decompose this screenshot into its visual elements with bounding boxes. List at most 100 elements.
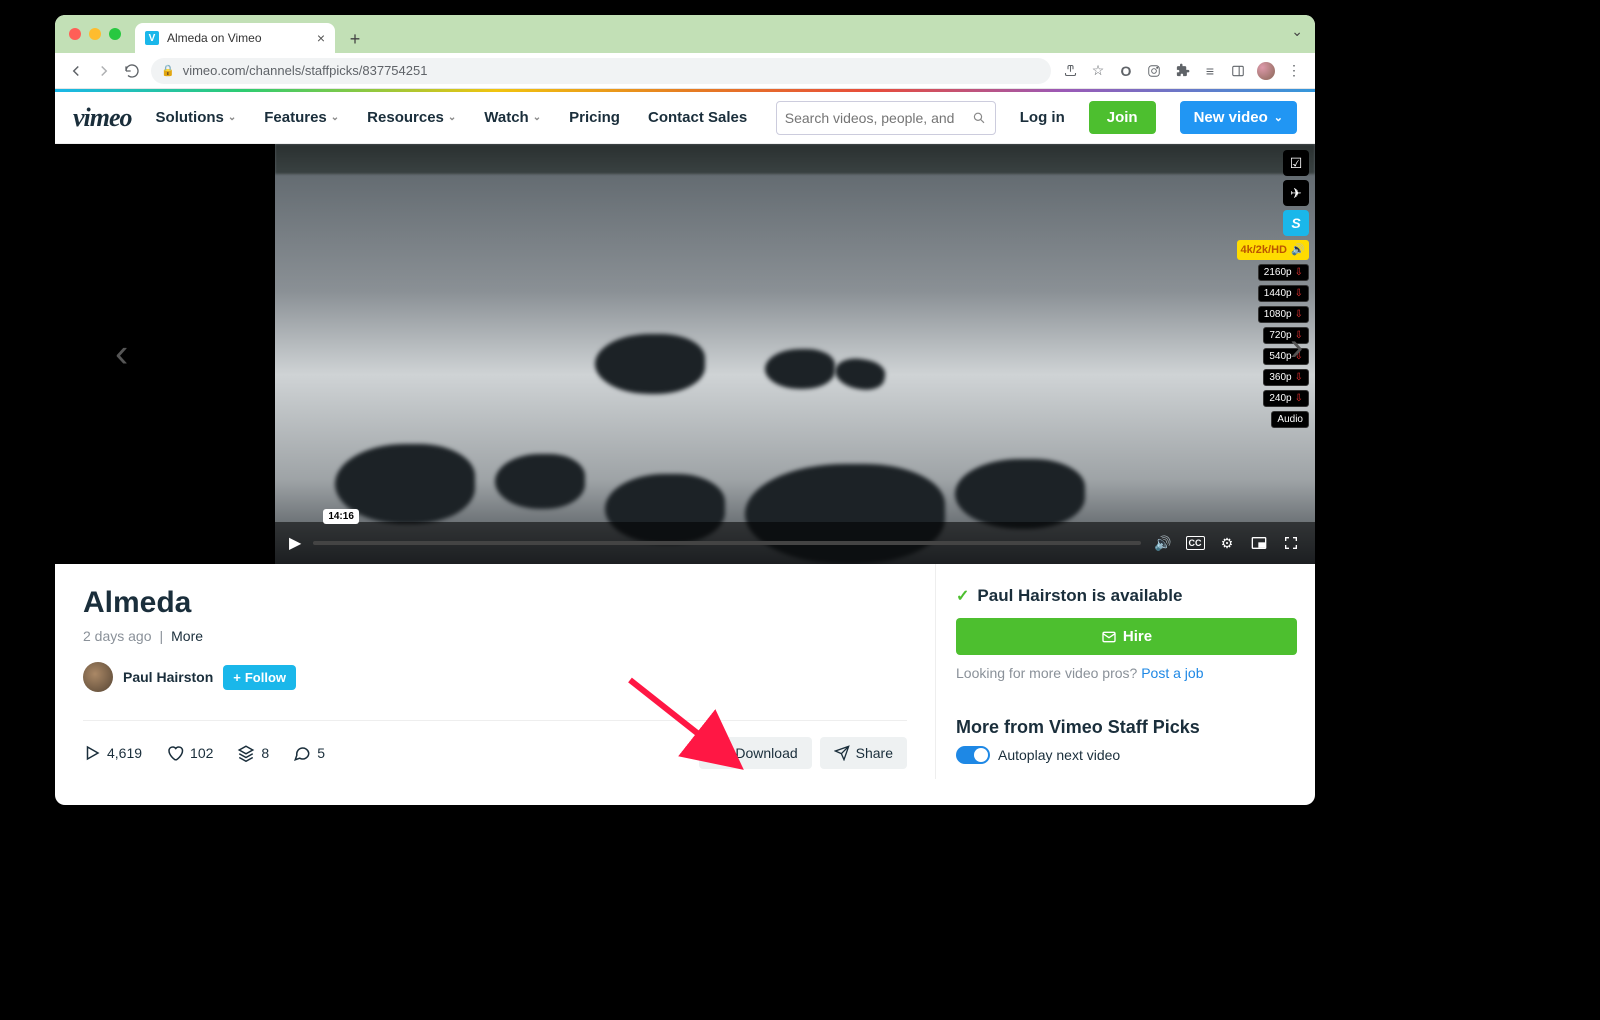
res-1080p[interactable]: 1080p⇩ (1258, 306, 1309, 323)
cc-button[interactable]: CC (1185, 533, 1205, 553)
comments-stat[interactable]: 5 (293, 744, 325, 762)
availability-status: ✓ Paul Hairston is available (956, 586, 1297, 606)
playlist-icon[interactable]: ≡ (1201, 62, 1219, 80)
window-controls[interactable] (65, 15, 129, 53)
check-icon: ✓ (956, 586, 969, 606)
play-button[interactable]: ▶ (289, 533, 301, 553)
vimeo-logo[interactable]: vimeo (73, 103, 132, 133)
author-row: Paul Hairston + Follow (83, 662, 907, 692)
volume-icon: 🔊 (1291, 243, 1305, 257)
extension-instagram-icon[interactable] (1145, 62, 1163, 80)
pip-button[interactable] (1249, 533, 1269, 553)
login-link[interactable]: Log in (1020, 109, 1065, 126)
video-age: 2 days ago (83, 628, 152, 644)
back-button[interactable] (67, 62, 85, 80)
share-button[interactable]: Share (820, 737, 907, 769)
overlay-note-icon[interactable]: ☑ (1283, 150, 1309, 176)
nav-solutions[interactable]: Solutions⌄ (156, 109, 237, 126)
extension-opera-icon[interactable]: O (1117, 62, 1135, 80)
fullscreen-button[interactable] (1281, 533, 1301, 553)
looking-text: Looking for more video pros? Post a job (956, 665, 1297, 681)
overlay-s-icon[interactable]: S (1283, 210, 1309, 236)
download-icon: ⇩ (1295, 288, 1303, 299)
video-stats: 4,619 102 8 5 Download (83, 737, 907, 769)
tab-bar: V Almeda on Vimeo × + ⌄ (55, 15, 1315, 53)
close-tab-icon[interactable]: × (317, 30, 325, 46)
maximize-window-icon[interactable] (109, 28, 121, 40)
autoplay-row: Autoplay next video (956, 746, 1297, 764)
tab-title: Almeda on Vimeo (167, 31, 309, 45)
new-video-button[interactable]: New video ⌄ (1180, 101, 1297, 134)
collections-stat[interactable]: 8 (237, 744, 269, 762)
mail-icon (1101, 629, 1117, 645)
author-name[interactable]: Paul Hairston (123, 669, 213, 685)
progress-bar[interactable]: 14:16 (313, 531, 1141, 555)
download-icon: ⇩ (1295, 309, 1303, 320)
share-icon[interactable] (1061, 62, 1079, 80)
video-meta: 2 days ago | More (83, 628, 907, 644)
autoplay-toggle[interactable] (956, 746, 990, 764)
nav-resources[interactable]: Resources⌄ (367, 109, 456, 126)
download-icon (713, 745, 729, 761)
extensions-icon[interactable] (1173, 62, 1191, 80)
next-video-button[interactable]: › (1290, 325, 1600, 370)
new-tab-button[interactable]: + (341, 25, 369, 53)
hire-button[interactable]: Hire (956, 618, 1297, 655)
more-link[interactable]: More (171, 628, 203, 644)
heart-icon (166, 744, 184, 762)
res-1440p[interactable]: 1440p⇩ (1258, 285, 1309, 302)
nav-contact-sales[interactable]: Contact Sales (648, 109, 747, 126)
forward-button[interactable] (95, 62, 113, 80)
favicon-icon: V (145, 31, 159, 45)
overlay-send-icon[interactable]: ✈ (1283, 180, 1309, 206)
browser-window: V Almeda on Vimeo × + ⌄ 🔒 vimeo.com/chan… (55, 15, 1315, 805)
profile-avatar[interactable] (1257, 62, 1275, 80)
post-job-link[interactable]: Post a job (1141, 665, 1203, 681)
download-button[interactable]: Download (699, 737, 811, 769)
res-2160p[interactable]: 2160p⇩ (1258, 264, 1309, 281)
url-input[interactable]: 🔒 vimeo.com/channels/staffpicks/83775425… (151, 58, 1051, 84)
search-input[interactable] (785, 110, 967, 126)
nav-pricing[interactable]: Pricing (569, 109, 620, 126)
chevron-down-icon: ⌄ (228, 112, 236, 123)
follow-button[interactable]: + Follow (223, 665, 296, 690)
minimize-window-icon[interactable] (89, 28, 101, 40)
author-avatar[interactable] (83, 662, 113, 692)
nav-watch[interactable]: Watch⌄ (484, 109, 541, 126)
join-button[interactable]: Join (1089, 101, 1156, 134)
more-from-heading: More from Vimeo Staff Picks (956, 717, 1297, 738)
panel-icon[interactable] (1229, 62, 1247, 80)
bookmark-icon[interactable]: ☆ (1089, 62, 1107, 80)
time-tooltip: 14:16 (323, 509, 359, 524)
chevron-down-icon: ⌄ (448, 112, 456, 123)
chevron-down-icon: ⌄ (1274, 111, 1283, 124)
search-box[interactable] (776, 101, 996, 135)
chevron-down-icon: ⌄ (331, 112, 339, 123)
lock-icon: 🔒 (161, 64, 175, 77)
hd-quality-badge[interactable]: 4k/2k/HD🔊 (1237, 240, 1309, 260)
download-icon: ⇩ (1295, 372, 1303, 383)
volume-button[interactable]: 🔊 (1153, 533, 1173, 553)
browser-tab[interactable]: V Almeda on Vimeo × (135, 23, 335, 53)
layers-icon (237, 744, 255, 762)
video-player-region: ‹ ☑ ✈ S 4k/2k/HD🔊 2160p⇩ 1440p⇩ 1080p⇩ 7… (55, 144, 1315, 564)
plus-icon: + (233, 670, 241, 685)
nav-features[interactable]: Features⌄ (264, 109, 339, 126)
res-360p[interactable]: 360p⇩ (1263, 369, 1309, 386)
chevron-down-icon: ⌄ (533, 112, 541, 123)
likes-stat[interactable]: 102 (166, 744, 213, 762)
res-240p[interactable]: 240p⇩ (1263, 390, 1309, 407)
res-audio[interactable]: Audio (1271, 411, 1309, 428)
search-icon (972, 110, 986, 126)
video-details: Almeda 2 days ago | More Paul Hairston +… (55, 564, 1315, 779)
close-window-icon[interactable] (69, 28, 81, 40)
previous-video-button[interactable]: ‹ (115, 332, 128, 377)
tab-overflow-icon[interactable]: ⌄ (1291, 23, 1303, 40)
address-bar: 🔒 vimeo.com/channels/staffpicks/83775425… (55, 53, 1315, 89)
video-frame[interactable]: ☑ ✈ S 4k/2k/HD🔊 2160p⇩ 1440p⇩ 1080p⇩ 720… (275, 144, 1315, 564)
reload-button[interactable] (123, 62, 141, 80)
settings-button[interactable]: ⚙ (1217, 533, 1237, 553)
downloader-overlay: ☑ ✈ S 4k/2k/HD🔊 2160p⇩ 1440p⇩ 1080p⇩ 720… (1237, 150, 1309, 428)
kebab-menu-icon[interactable]: ⋮ (1285, 62, 1303, 80)
play-icon (83, 744, 101, 762)
